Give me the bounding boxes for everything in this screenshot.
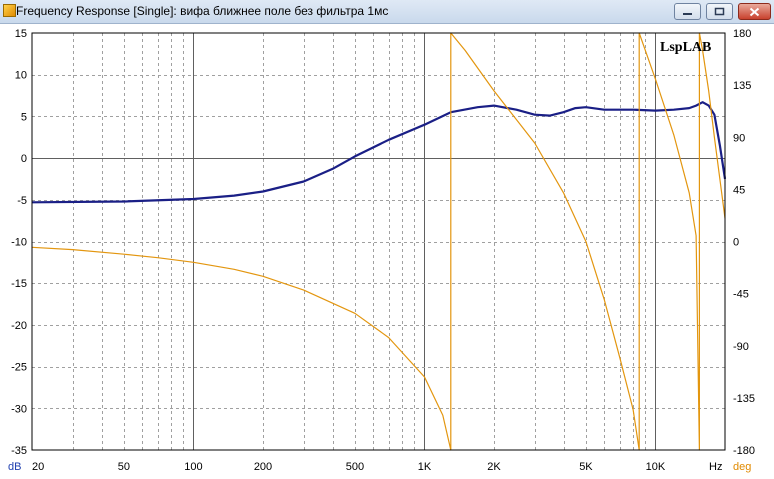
right-y-tick-label: 45 xyxy=(733,184,745,196)
left-y-tick-label: -25 xyxy=(11,362,27,374)
x-tick-label: 200 xyxy=(254,461,272,473)
right-y-tick-label: -45 xyxy=(733,289,749,301)
x-tick-label: 2K xyxy=(487,461,501,473)
left-y-tick-label: -20 xyxy=(11,320,27,332)
right-y-tick-label: -90 xyxy=(733,341,749,353)
left-y-tick-label: 15 xyxy=(15,28,27,40)
left-y-tick-label: 10 xyxy=(15,70,27,82)
close-button[interactable] xyxy=(738,3,771,20)
left-y-tick-label: 0 xyxy=(21,153,27,165)
x-tick-label: 20 xyxy=(32,461,44,473)
maximize-icon xyxy=(714,7,725,16)
left-y-tick-label: -15 xyxy=(11,278,27,290)
left-y-tick-label: -30 xyxy=(11,403,27,415)
x-tick-label: 50 xyxy=(118,461,130,473)
maximize-button[interactable] xyxy=(706,3,733,20)
minimize-icon xyxy=(683,13,692,15)
window-title: Frequency Response [Single]: вифа ближне… xyxy=(16,4,389,18)
right-y-tick-label: 0 xyxy=(733,237,739,249)
right-y-tick-label: -135 xyxy=(733,393,755,405)
minimize-button[interactable] xyxy=(674,3,701,20)
plot-area[interactable] xyxy=(32,33,725,450)
x-axis-unit: Hz xyxy=(709,461,722,473)
left-axis-unit: dB xyxy=(8,461,21,473)
app-icon xyxy=(3,4,16,17)
window-title-bar[interactable]: Frequency Response [Single]: вифа ближне… xyxy=(0,0,774,24)
left-y-tick-label: -5 xyxy=(17,195,27,207)
right-y-tick-label: -180 xyxy=(733,445,755,457)
x-tick-label: 1K xyxy=(418,461,432,473)
close-icon xyxy=(749,7,760,16)
right-axis-unit: deg xyxy=(733,461,751,473)
x-tick-label: 500 xyxy=(346,461,364,473)
right-y-tick-label: 180 xyxy=(733,28,751,40)
x-tick-label: 5K xyxy=(579,461,593,473)
frequency-response-chart: 20 50 100 200 500 1K 2K 5K 10K151050-5-10-15-20-… xyxy=(8,28,755,473)
watermark-label: LspLAB xyxy=(660,40,711,55)
x-tick-label: 10K xyxy=(646,461,666,473)
left-y-tick-label: 5 xyxy=(21,111,27,123)
right-y-tick-label: 135 xyxy=(733,80,751,92)
x-tick-label: 100 xyxy=(184,461,202,473)
left-y-tick-label: -10 xyxy=(11,237,27,249)
right-y-tick-label: 90 xyxy=(733,132,745,144)
left-y-tick-label: -35 xyxy=(11,445,27,457)
